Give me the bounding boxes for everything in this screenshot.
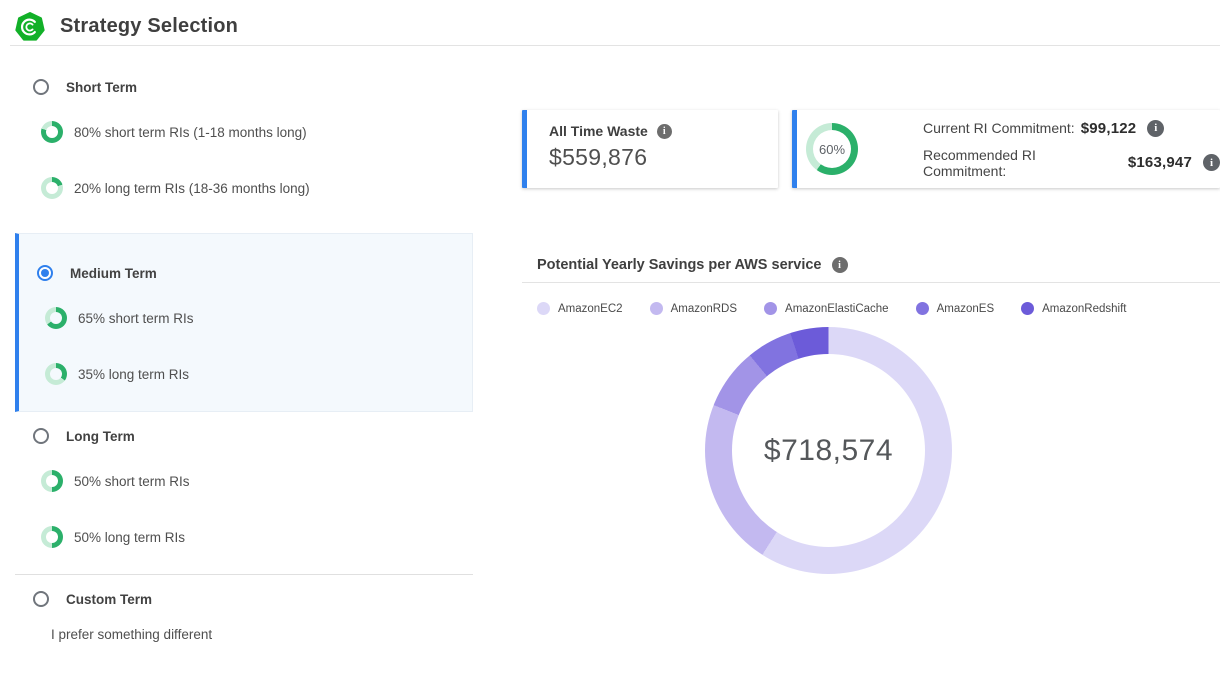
strategy-short-term-label: Short Term	[66, 80, 137, 95]
custom-term-note: I prefer something different	[15, 627, 473, 642]
summary-panel: All Time Waste i $559,876 60% Current RI…	[522, 110, 1220, 574]
recommended-ri-commitment-value: $163,947	[1128, 154, 1192, 171]
allocation-donut-icon	[41, 526, 63, 548]
allocation-label: 20% long term RIs (18-36 months long)	[74, 181, 310, 196]
strategy-detail-row: 50% long term RIs	[15, 526, 473, 548]
cloudability-logo-icon	[15, 12, 45, 42]
chart-title: Potential Yearly Savings per AWS service	[537, 257, 822, 273]
strategy-detail-row: 80% short term RIs (1-18 months long)	[15, 121, 473, 143]
strategy-custom-term-option[interactable]: Custom Term	[15, 591, 473, 607]
strategy-detail-row: 35% long term RIs	[19, 363, 472, 385]
legend-dot-icon	[537, 302, 550, 315]
legend-item-AmazonRDS[interactable]: AmazonRDS	[650, 302, 737, 315]
legend-label: AmazonElastiCache	[785, 303, 889, 315]
allocation-donut-icon	[41, 470, 63, 492]
strategy-medium-term-label: Medium Term	[70, 266, 157, 281]
radio-medium-term[interactable]	[37, 265, 53, 281]
allocation-label: 35% long term RIs	[78, 367, 189, 382]
commitment-percent: 60%	[806, 123, 858, 175]
savings-donut-chart: $718,574	[705, 327, 952, 574]
strategy-detail-row: 20% long term RIs (18-36 months long)	[15, 177, 473, 199]
current-ri-commitment-row: Current RI Commitment: $99,122 i	[923, 120, 1220, 137]
strategy-detail-row: 65% short term RIs	[19, 307, 472, 329]
allocation-label: 50% long term RIs	[74, 530, 185, 545]
recommended-ri-commitment-label: Recommended RI Commitment:	[923, 147, 1122, 179]
all-time-waste-label: All Time Waste	[549, 123, 648, 139]
legend-item-AmazonElastiCache[interactable]: AmazonElastiCache	[764, 302, 889, 315]
chart-legend: AmazonEC2 AmazonRDS AmazonElastiCache Amazo…	[522, 302, 1220, 315]
chart-divider	[522, 282, 1220, 283]
strategy-custom-term: Custom Term I prefer something different	[15, 575, 473, 666]
allocation-label: 80% short term RIs (1-18 months long)	[74, 125, 307, 140]
commitment-progress-ring: 60%	[806, 123, 858, 175]
recommended-ri-commitment-info-icon[interactable]: i	[1203, 154, 1220, 171]
allocation-donut-icon	[41, 121, 63, 143]
all-time-waste-info-icon[interactable]: i	[657, 124, 672, 139]
legend-label: AmazonES	[937, 303, 995, 315]
current-ri-commitment-info-icon[interactable]: i	[1147, 120, 1164, 137]
radio-short-term[interactable]	[33, 79, 49, 95]
ri-commitment-card: 60% Current RI Commitment: $99,122 i Rec…	[792, 110, 1220, 188]
legend-item-AmazonRedshift[interactable]: AmazonRedshift	[1021, 302, 1126, 315]
header-divider	[10, 45, 1220, 46]
legend-item-AmazonES[interactable]: AmazonES	[916, 302, 995, 315]
legend-dot-icon	[916, 302, 929, 315]
strategy-list: Short Term 80% short term RIs (1-18 month…	[15, 63, 473, 666]
current-ri-commitment-value: $99,122	[1081, 120, 1137, 137]
strategy-long-term-option[interactable]: Long Term	[15, 428, 473, 444]
allocation-donut-icon	[41, 177, 63, 199]
strategy-short-term: Short Term 80% short term RIs (1-18 month…	[15, 63, 473, 223]
donut-center-total: $718,574	[705, 327, 952, 574]
allocation-label: 65% short term RIs	[78, 311, 194, 326]
app-header: Strategy Selection	[0, 0, 1220, 45]
legend-dot-icon	[650, 302, 663, 315]
legend-dot-icon	[764, 302, 777, 315]
strategy-detail-row: 50% short term RIs	[15, 470, 473, 492]
all-time-waste-value: $559,876	[549, 144, 778, 171]
strategy-medium-term-option[interactable]: Medium Term	[19, 265, 472, 281]
strategy-short-term-option[interactable]: Short Term	[15, 79, 473, 95]
radio-long-term[interactable]	[33, 428, 49, 444]
page-title: Strategy Selection	[60, 15, 238, 38]
legend-label: AmazonEC2	[558, 303, 623, 315]
radio-custom-term[interactable]	[33, 591, 49, 607]
chart-info-icon[interactable]: i	[832, 257, 848, 273]
strategy-medium-term: Medium Term 65% short term RIs 35% long te…	[15, 233, 473, 412]
legend-label: AmazonRDS	[671, 303, 737, 315]
strategy-custom-term-label: Custom Term	[66, 592, 152, 607]
current-ri-commitment-label: Current RI Commitment:	[923, 120, 1075, 136]
legend-label: AmazonRedshift	[1042, 303, 1126, 315]
allocation-donut-icon	[45, 307, 67, 329]
legend-dot-icon	[1021, 302, 1034, 315]
strategy-long-term: Long Term 50% short term RIs 50% long term…	[15, 412, 473, 572]
allocation-label: 50% short term RIs	[74, 474, 190, 489]
allocation-donut-icon	[45, 363, 67, 385]
stat-cards-row: All Time Waste i $559,876 60% Current RI…	[522, 110, 1220, 188]
all-time-waste-card: All Time Waste i $559,876	[522, 110, 778, 188]
chart-header: Potential Yearly Savings per AWS service…	[522, 257, 1220, 273]
legend-item-AmazonEC2[interactable]: AmazonEC2	[537, 302, 623, 315]
strategy-long-term-label: Long Term	[66, 429, 135, 444]
recommended-ri-commitment-row: Recommended RI Commitment: $163,947 i	[923, 147, 1220, 179]
